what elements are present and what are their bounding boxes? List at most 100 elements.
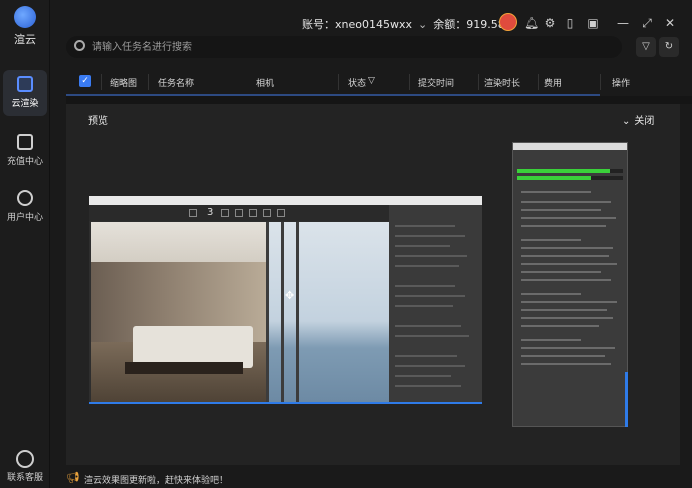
rendered-bedroom-image xyxy=(91,222,389,402)
user-icon xyxy=(17,190,33,206)
sidebar-item-label: 云渲染 xyxy=(11,99,39,109)
panel-line xyxy=(395,235,465,237)
headset-icon xyxy=(16,450,34,468)
preview-panel: 预览 ⌄ 关闭 3 ✥ xyxy=(66,104,680,465)
divider xyxy=(66,96,692,104)
megaphone-icon: 📢︎ xyxy=(66,471,80,484)
panel-line xyxy=(395,305,453,307)
toolbar-icon xyxy=(221,209,229,217)
refresh-button[interactable]: ↻ xyxy=(659,37,679,57)
column-task-name: 任务名称 xyxy=(158,79,195,89)
settings-icon[interactable]: ⚙ xyxy=(543,16,557,30)
panel-line xyxy=(395,295,465,297)
dialog-line xyxy=(521,191,591,193)
gift-icon[interactable]: ▣ xyxy=(586,16,600,30)
dialog-line xyxy=(521,355,605,357)
sidebar-item-recharge[interactable]: 充值中心 xyxy=(3,128,47,174)
render-progress-bar xyxy=(517,169,623,173)
sidebar-item-label: 充值中心 xyxy=(6,157,43,167)
column-divider xyxy=(409,74,410,90)
notice-bar[interactable]: 📢︎ 渲云效果图更新啦，赶快来体验吧！ xyxy=(50,468,692,488)
dialog-line xyxy=(521,247,613,249)
rendering-dialog-titlebar xyxy=(513,143,627,150)
render-icon xyxy=(17,76,33,92)
sidebar-item-label: 用户中心 xyxy=(6,213,43,223)
avatar[interactable] xyxy=(499,13,517,31)
minimize-icon[interactable]: — xyxy=(616,16,630,30)
customer-service-button[interactable]: 联系客服 xyxy=(3,450,47,483)
render-progress-bar xyxy=(517,176,623,180)
sidebar: 渲云 云渲染 充值中心 用户中心 联系客服 xyxy=(0,0,50,488)
account-label: 账号： xyxy=(302,18,335,31)
logo: 渲云 xyxy=(10,6,40,47)
progress-fill xyxy=(517,169,611,173)
logo-icon xyxy=(14,6,36,28)
dialog-line xyxy=(521,317,613,319)
dialog-line xyxy=(521,209,601,211)
toolbar-icon xyxy=(263,209,271,217)
preview-title: 预览 xyxy=(88,116,108,127)
column-divider xyxy=(478,74,479,90)
chevron-down-icon[interactable]: ⌄ xyxy=(418,18,427,31)
panel-line xyxy=(395,385,461,387)
rendering-dialog-screenshot xyxy=(512,142,628,427)
book-icon[interactable]: ▯ xyxy=(563,16,577,30)
select-all-checkbox[interactable]: ✓ xyxy=(79,75,91,87)
dialog-line xyxy=(521,255,609,257)
balance-label: 余额： xyxy=(433,18,467,31)
render-window-titlebar xyxy=(89,196,482,205)
panel-line xyxy=(395,375,451,377)
render-window-toolbar: 3 xyxy=(89,205,389,221)
scrollbar[interactable] xyxy=(625,372,628,427)
dialog-line xyxy=(521,301,617,303)
toolbar-icon xyxy=(249,209,257,217)
column-camera: 相机 xyxy=(256,79,275,89)
panel-line xyxy=(395,265,459,267)
scene-window-view xyxy=(266,222,389,402)
wallet-icon xyxy=(17,134,33,150)
close-preview-label: 关闭 xyxy=(634,116,655,127)
table-header: ✓ 缩略图 任务名称 相机 状态 ▽ 提交时间 渲染时长 费用 操作 xyxy=(66,70,692,94)
dialog-line xyxy=(521,309,607,311)
dialog-line xyxy=(521,271,601,273)
toolbar-icon xyxy=(235,209,243,217)
dialog-line xyxy=(521,339,581,341)
refresh-icon: ↻ xyxy=(664,41,674,52)
fullscreen-icon[interactable]: ⤢ xyxy=(640,16,654,30)
panel-line xyxy=(395,325,461,327)
panel-line xyxy=(395,245,450,247)
column-render-duration: 渲染时长 xyxy=(484,79,521,89)
filter-button[interactable]: ▽ xyxy=(636,37,656,57)
scene-mullion xyxy=(281,222,284,402)
column-thumbnail: 缩略图 xyxy=(110,79,138,89)
notice-text: 渲云效果图更新啦，赶快来体验吧！ xyxy=(84,476,229,486)
search-icon xyxy=(74,40,85,51)
column-actions: 操作 xyxy=(612,79,631,89)
app-window: 渲云 云渲染 充值中心 用户中心 联系客服 账号：xneo0145wxx ⌄ 余额：… xyxy=(0,0,692,488)
sidebar-item-cloud-render[interactable]: 云渲染 xyxy=(3,70,47,116)
search-bar xyxy=(66,36,622,58)
sidebar-item-user-center[interactable]: 用户中心 xyxy=(3,184,47,230)
bell-icon[interactable]: 🔔︎ xyxy=(524,16,539,30)
scene-mullion xyxy=(296,222,299,402)
column-status: 状态 xyxy=(348,79,367,89)
search-input[interactable] xyxy=(92,36,592,58)
dialog-line xyxy=(521,201,611,203)
close-icon[interactable]: ✕ xyxy=(663,16,677,30)
chevron-down-icon: ⌄ xyxy=(622,116,631,127)
customer-service-label: 联系客服 xyxy=(6,473,43,483)
column-divider xyxy=(101,74,102,90)
column-cost: 费用 xyxy=(544,79,563,89)
toolbar-icon xyxy=(277,209,285,217)
dialog-line xyxy=(521,363,611,365)
dialog-line xyxy=(521,263,617,265)
filter-icon: ▽ xyxy=(642,41,650,52)
close-preview-button[interactable]: ⌄ 关闭 xyxy=(622,112,654,127)
account-value: xneo0145wxx xyxy=(335,18,412,31)
panel-line xyxy=(395,225,455,227)
column-divider xyxy=(338,74,339,90)
column-divider xyxy=(148,74,149,90)
status-filter-icon[interactable]: ▽ xyxy=(368,76,375,86)
progress-fill xyxy=(517,176,592,180)
dialog-line xyxy=(521,279,611,281)
